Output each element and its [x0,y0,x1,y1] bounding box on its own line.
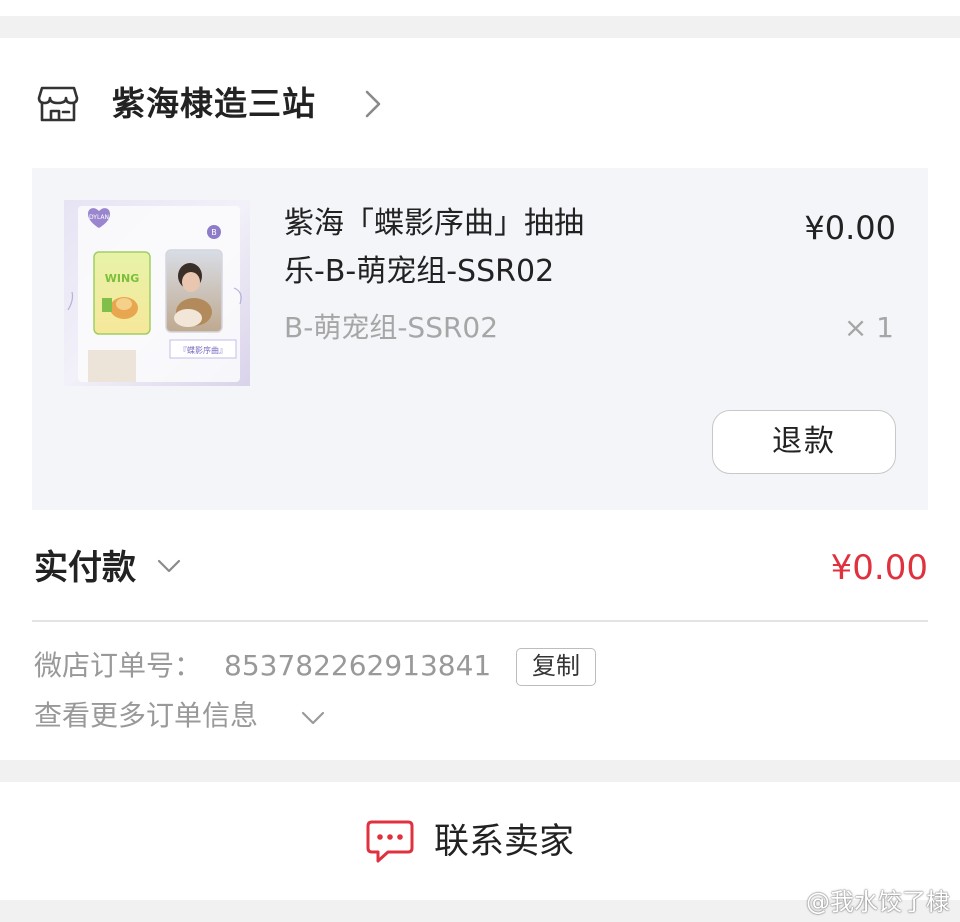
thumb-badge-text: DYLAN [89,214,109,221]
thumb-banner-text: 『蝶影序曲』 [179,345,227,355]
chevron-down-icon[interactable] [156,558,182,574]
order-number-label: 微店订单号： [34,649,203,682]
top-card-edge [0,0,960,16]
paid-amount-label[interactable]: 实付款 [34,544,136,592]
paid-amount-value: ¥0.00 [830,548,928,588]
divider [32,620,928,622]
product-title[interactable]: 紫海「蝶影序曲」抽抽 乐-B-萌宠组-SSR02 [284,200,684,296]
refund-button[interactable]: 退款 [712,410,896,474]
product-image: DYLAN B WING 『蝶影序曲』 [64,200,250,386]
store-icon [37,86,79,122]
thumb-letter-badge: B [211,228,217,237]
paid-amount-row[interactable]: 实付款 ¥0.00 [0,538,960,598]
product-sku: B-萌宠组-SSR02 [284,311,499,344]
product-price: ¥0.00 [804,209,896,247]
chevron-down-icon[interactable] [300,710,326,726]
order-card: 紫海棣造三站 DYLAN B WING 『蝶影序曲』 紫海「蝶影序曲」抽抽 乐-… [0,38,960,760]
contact-seller-bar: 联系卖家 [0,782,960,900]
watermark: @我水饺了棣 [806,888,950,916]
shop-header[interactable]: 紫海棣造三站 [0,38,960,168]
chevron-right-icon [365,90,381,118]
order-item[interactable]: DYLAN B WING 『蝶影序曲』 紫海「蝶影序曲」抽抽 乐-B-萌宠组-S… [32,168,928,510]
shop-name[interactable]: 紫海棣造三站 [112,82,316,126]
product-quantity: × 1 [843,311,894,344]
copy-button[interactable]: 复制 [516,648,596,686]
order-number-row: 微店订单号： 853782262913841 复制 [0,642,960,690]
product-title-line1[interactable]: 紫海「蝶影序曲」抽抽 [284,200,684,248]
more-order-info-label[interactable]: 查看更多订单信息 [34,696,258,736]
contact-seller-label[interactable]: 联系卖家 [434,818,574,866]
chat-bubble-icon [366,820,414,863]
product-title-line2[interactable]: 乐-B-萌宠组-SSR02 [284,248,684,296]
thumb-card-text: WING [105,272,139,285]
more-order-info-row[interactable]: 查看更多订单信息 [0,694,960,742]
product-thumbnail[interactable]: DYLAN B WING 『蝶影序曲』 [64,200,250,386]
order-number-value: 853782262913841 [224,649,492,682]
